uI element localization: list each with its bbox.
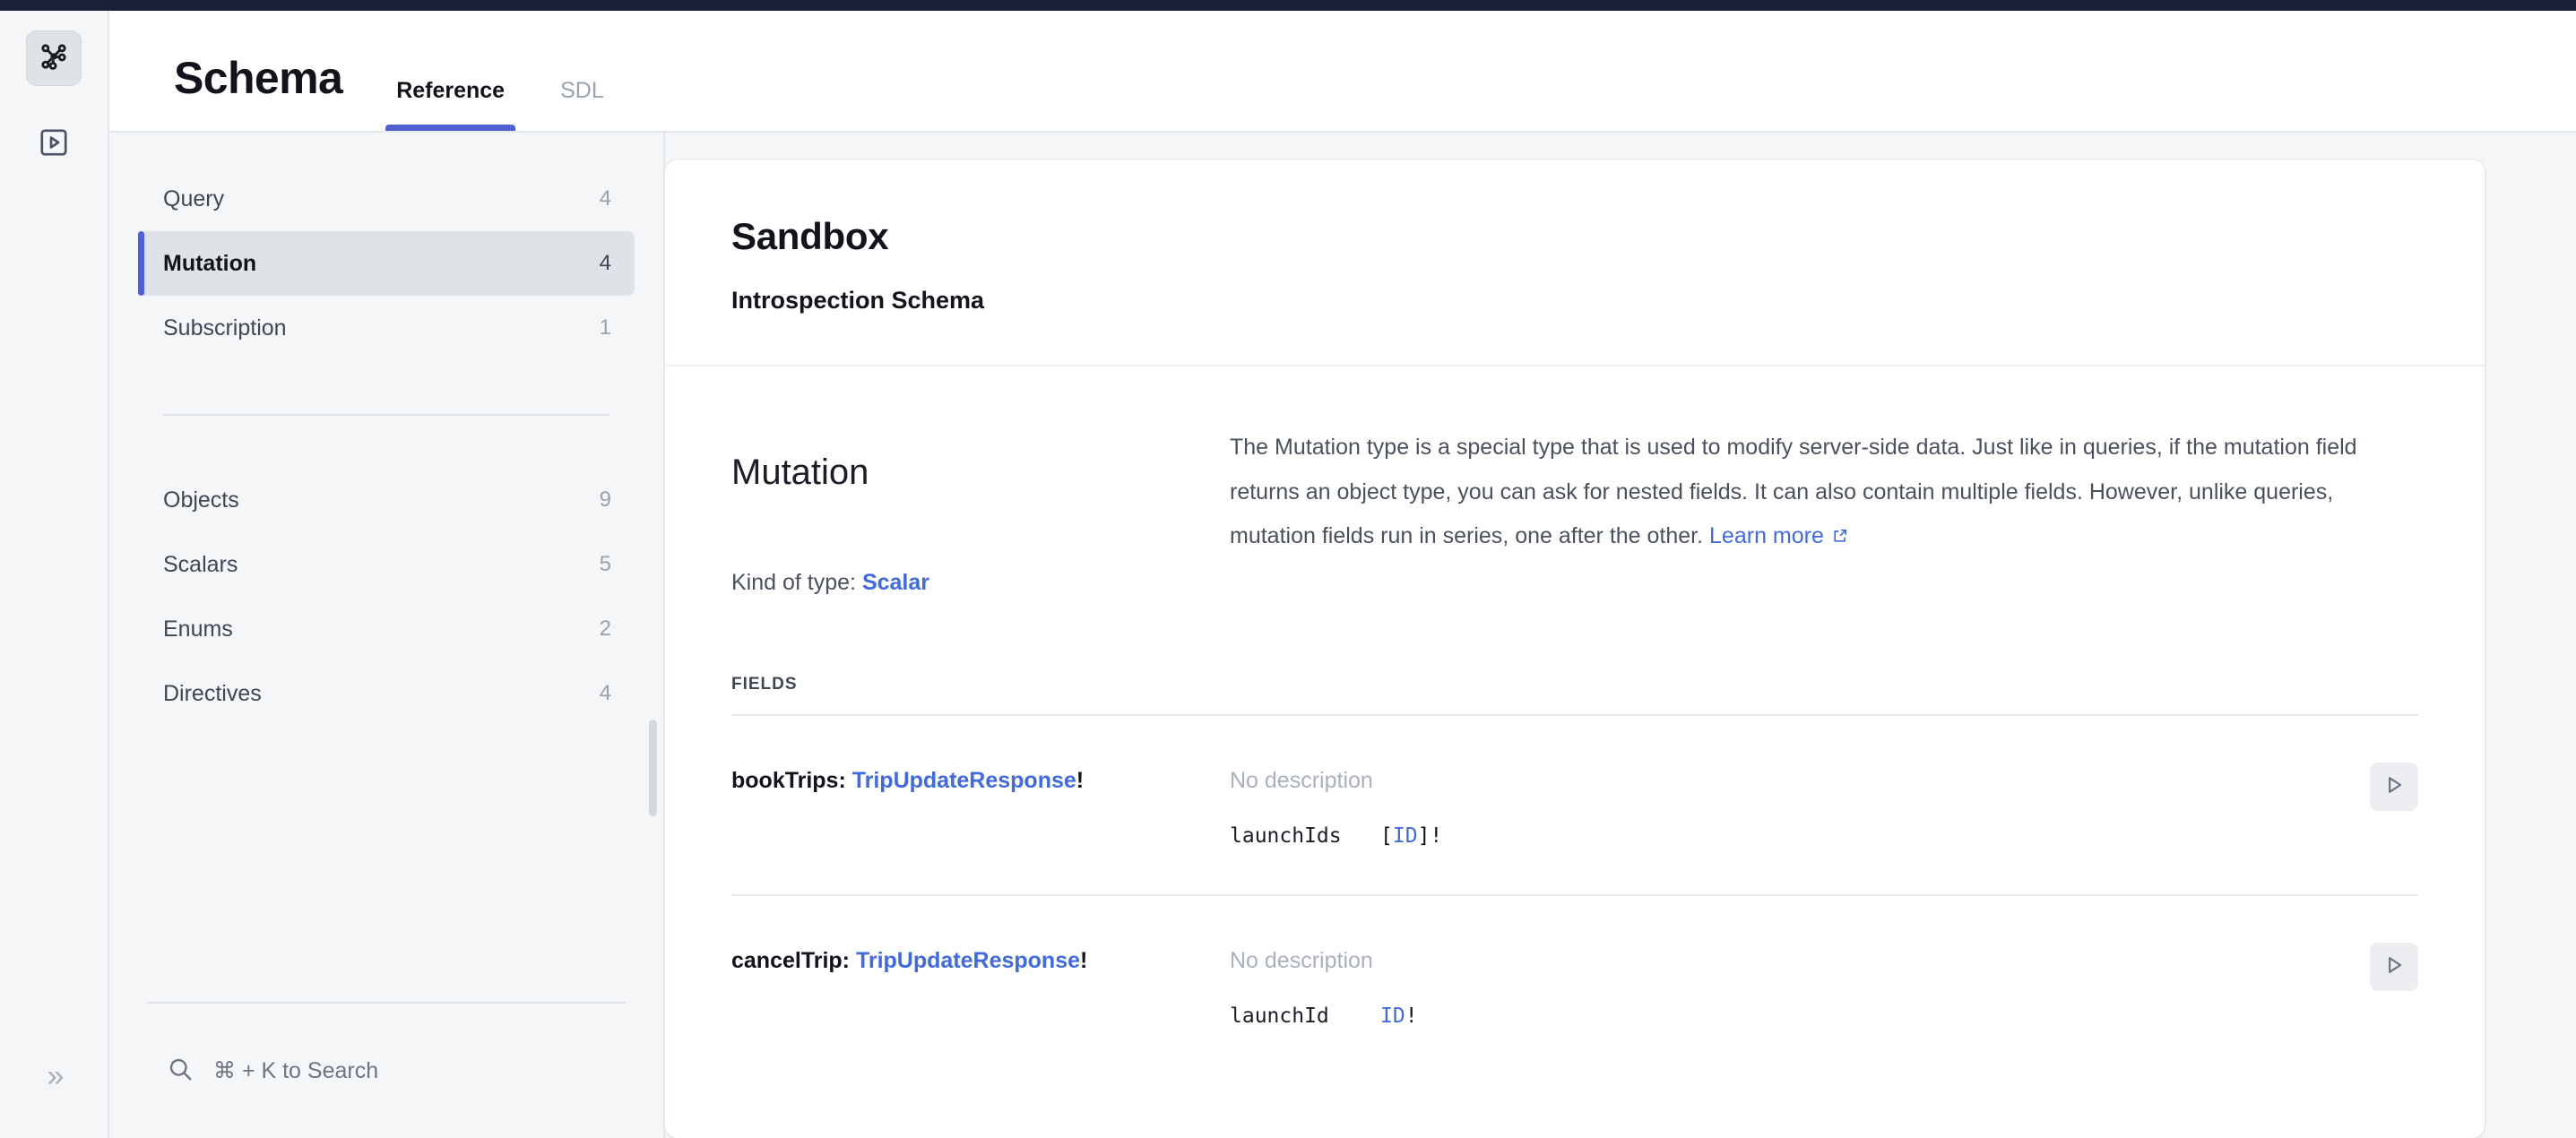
argument-type-ref[interactable]: ID [1380, 1004, 1405, 1028]
play-square-icon [38, 126, 70, 163]
left-icon-rail: » [0, 11, 109, 1138]
type-name: Mutation [731, 453, 869, 492]
content-region: Query 4 Mutation 4 Subscription 1 Object… [109, 133, 2576, 1138]
run-field-button[interactable] [2370, 763, 2418, 811]
tab-bar: Reference SDL [385, 11, 649, 131]
sidebar-item-count: 2 [599, 616, 611, 641]
argument-type: [ID]! [1380, 824, 1442, 848]
rail-item-schema[interactable] [26, 30, 82, 86]
main-region: Schema Reference SDL Query 4 Mutation 4 … [109, 11, 2576, 1138]
sidebar-item-label: Directives [163, 680, 262, 706]
field-run-col [2350, 763, 2418, 811]
argument-type-suffix: ]! [1417, 824, 1443, 848]
fields-section-label: FIELDS [731, 675, 798, 694]
type-summary: Mutation Kind of type: Scalar [731, 420, 1230, 596]
kind-of-type: Kind of type: Scalar [731, 570, 1230, 596]
sidebar-scroll-area: Query 4 Mutation 4 Subscription 1 Object… [109, 133, 663, 1002]
sidebar-item-label: Query [163, 185, 225, 211]
card-header: Sandbox Introspection Schema [665, 159, 2485, 366]
page-header: Schema Reference SDL [109, 11, 2576, 133]
sidebar-item-count: 4 [599, 186, 611, 211]
schema-graph-icon [37, 39, 71, 78]
field-return-type[interactable]: TripUpdateResponse [852, 768, 1076, 793]
field-run-col [2350, 943, 2418, 991]
schema-sidebar: Query 4 Mutation 4 Subscription 1 Object… [109, 133, 665, 1138]
field-nonnull-mark: ! [1080, 948, 1088, 973]
argument-type-prefix: [ [1380, 824, 1393, 848]
learn-more-label: Learn more [1709, 523, 1824, 548]
play-icon [2382, 953, 2406, 981]
field-name: cancelTrip: [731, 948, 856, 973]
sidebar-item-count: 1 [599, 315, 611, 340]
argument-type-ref[interactable]: ID [1393, 824, 1418, 848]
field-description: No description [1230, 948, 1373, 973]
tab-reference[interactable]: Reference [385, 78, 515, 131]
sidebar-item-label: Enums [163, 616, 233, 642]
sidebar-item-mutation[interactable]: Mutation 4 [138, 231, 635, 296]
run-field-button[interactable] [2370, 943, 2418, 991]
sidebar-item-query[interactable]: Query 4 [138, 167, 635, 231]
window-title-bar [0, 0, 2576, 11]
card-subtitle: Introspection Schema [731, 287, 985, 314]
sidebar-item-count: 4 [599, 251, 611, 275]
field-details: No description launchId ID! [1230, 943, 2350, 1028]
sidebar-scrollbar-thumb[interactable] [649, 720, 657, 816]
argument-name: launchId [1230, 1004, 1329, 1028]
field-details: No description launchIds [ID]! [1230, 763, 2350, 848]
argument-name: launchIds [1230, 824, 1342, 848]
list-item: launchIds [ID]! [1230, 824, 2350, 848]
sidebar-item-count: 4 [599, 681, 611, 705]
sidebar-item-enums[interactable]: Enums 2 [138, 597, 635, 661]
search-input[interactable]: ⌘ + K to Search [167, 1056, 378, 1087]
schema-card: Sandbox Introspection Schema Mutation Ki… [665, 159, 2485, 1138]
sidebar-item-count: 5 [599, 552, 611, 576]
rail-item-explorer[interactable] [26, 116, 82, 172]
app-root: » Schema Reference SDL Query 4 Mutation … [0, 0, 2576, 1138]
kind-of-type-link[interactable]: Scalar [862, 570, 929, 595]
card-title: Sandbox [731, 215, 889, 257]
table-row[interactable]: bookTrips: TripUpdateResponse! No descri… [665, 716, 2485, 848]
body-row: » Schema Reference SDL Query 4 Mutation … [0, 11, 2576, 1138]
external-link-icon [1831, 516, 1849, 561]
sidebar-item-scalars[interactable]: Scalars 5 [138, 532, 635, 597]
search-icon [167, 1056, 194, 1087]
type-description: The Mutation type is a special type that… [1230, 426, 2418, 561]
sidebar-item-subscription[interactable]: Subscription 1 [138, 296, 635, 360]
page-title: Schema [174, 53, 343, 103]
type-description-col: The Mutation type is a special type that… [1230, 420, 2418, 596]
table-row[interactable]: cancelTrip: TripUpdateResponse! No descr… [665, 896, 2485, 1028]
field-arguments: launchId ID! [1230, 1004, 2350, 1028]
sidebar-item-label: Scalars [163, 551, 238, 577]
sidebar-item-label: Subscription [163, 315, 287, 341]
list-item: launchId ID! [1230, 1004, 2350, 1028]
play-icon [2382, 773, 2406, 801]
field-signature: cancelTrip: TripUpdateResponse! [731, 943, 1230, 974]
kind-of-type-label: Kind of type: [731, 570, 862, 595]
sidebar-footer: ⌘ + K to Search [147, 1002, 626, 1138]
field-nonnull-mark: ! [1076, 768, 1085, 793]
sidebar-item-count: 9 [599, 487, 611, 512]
field-arguments: launchIds [ID]! [1230, 824, 2350, 848]
expand-sidebar-button[interactable]: » [0, 1061, 108, 1091]
argument-type: ID! [1380, 1004, 1418, 1028]
argument-type-suffix: ! [1405, 1004, 1418, 1028]
search-hint: ⌘ + K to Search [213, 1058, 379, 1083]
field-signature: bookTrips: TripUpdateResponse! [731, 763, 1230, 794]
field-name: bookTrips: [731, 768, 852, 793]
documentation-pane: Sandbox Introspection Schema Mutation Ki… [665, 133, 2576, 1138]
field-description: No description [1230, 768, 1373, 793]
sidebar-item-label: Objects [163, 487, 239, 513]
tab-sdl[interactable]: SDL [549, 78, 615, 131]
learn-more-link[interactable]: Learn more [1709, 523, 1849, 548]
field-return-type[interactable]: TripUpdateResponse [856, 948, 1080, 973]
sidebar-item-directives[interactable]: Directives 4 [138, 661, 635, 726]
sidebar-item-label: Mutation [163, 250, 257, 276]
sidebar-item-objects[interactable]: Objects 9 [138, 468, 635, 532]
type-block: Mutation Kind of type: Scalar The Mutati… [665, 366, 2485, 596]
